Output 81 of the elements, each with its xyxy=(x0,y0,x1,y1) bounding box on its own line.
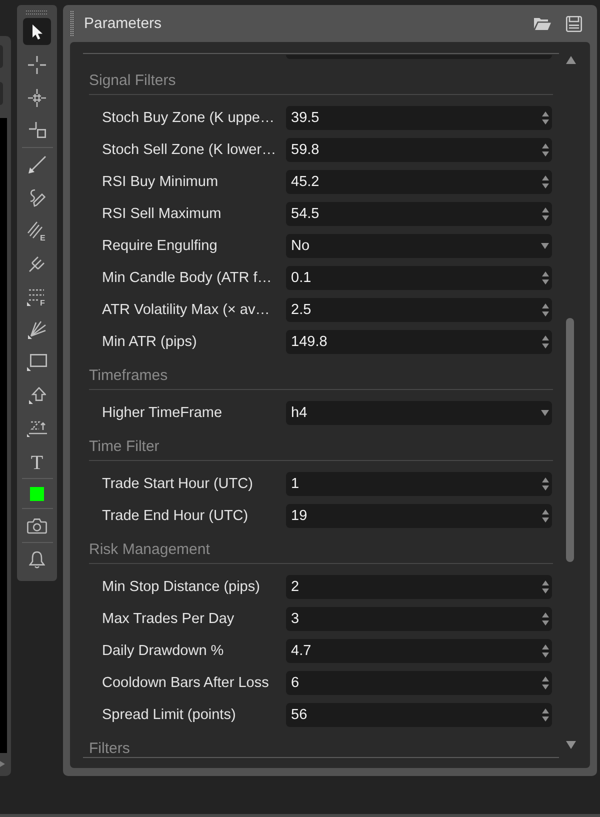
spin-arrows-icon[interactable] xyxy=(542,676,549,690)
caret-icon xyxy=(541,243,549,249)
number-field[interactable]: 19 xyxy=(286,504,552,528)
section-heading: Filters xyxy=(89,740,130,757)
param-label: Stoch Sell Zone (K lower… xyxy=(102,142,278,158)
section-heading: Timeframes xyxy=(89,367,168,384)
up-arrow-icon xyxy=(28,387,46,404)
param-label: RSI Buy Minimum xyxy=(102,174,220,190)
crosshair-icon xyxy=(28,56,46,74)
number-field[interactable]: 39.5 xyxy=(286,106,552,130)
tool-button[interactable]: E xyxy=(23,217,51,244)
tool-button[interactable]: F xyxy=(23,283,51,310)
spin-arrows-icon[interactable] xyxy=(542,207,549,221)
caret-icon xyxy=(541,410,549,416)
param-label: Cooldown Bars After Loss xyxy=(102,675,270,691)
spin-arrows-icon[interactable] xyxy=(542,111,549,125)
scrollbar-thumb[interactable] xyxy=(566,318,574,562)
pitchfork-icon xyxy=(28,255,46,272)
number-field[interactable]: 3 xyxy=(286,607,552,631)
section-heading: Risk Management xyxy=(89,541,210,558)
section-heading: Signal Filters xyxy=(89,72,176,89)
param-label: Trade Start Hour (UTC) xyxy=(102,476,254,492)
param-label: RSI Sell Maximum xyxy=(102,206,222,222)
number-field[interactable]: 45.2 xyxy=(286,170,552,194)
param-label: Daily Drawdown % xyxy=(102,643,225,659)
triangle-icon[interactable] xyxy=(0,761,5,767)
number-field[interactable]: 1 xyxy=(286,472,552,496)
scroll-down-icon[interactable] xyxy=(566,741,576,749)
param-label: Min Candle Body (ATR f… xyxy=(102,270,273,286)
tool-button[interactable] xyxy=(23,18,51,45)
number-field[interactable]: 54.5 xyxy=(286,202,552,226)
rectangle-icon xyxy=(27,354,47,371)
tool-button[interactable]: T xyxy=(23,448,51,475)
number-field[interactable]: 4.7 xyxy=(286,639,552,663)
line-icon xyxy=(28,156,46,174)
pen-icon xyxy=(28,188,46,206)
spin-arrows-icon[interactable] xyxy=(542,271,549,285)
bell-icon xyxy=(29,550,45,568)
dropdown-field[interactable]: No xyxy=(286,234,552,258)
input-field[interactable] xyxy=(286,55,552,59)
param-label: ATR Volatility Max (× av… xyxy=(102,302,271,318)
open-folder-icon[interactable] xyxy=(534,17,551,30)
spin-arrows-icon[interactable] xyxy=(542,708,549,722)
number-field[interactable]: 59.8 xyxy=(286,138,552,162)
param-label: Higher TimeFrame xyxy=(102,405,224,421)
save-icon[interactable] xyxy=(566,16,582,32)
spin-arrows-icon[interactable] xyxy=(542,175,549,189)
drag-handle-icon[interactable] xyxy=(70,11,74,36)
param-label: Min ATR (pips) xyxy=(102,334,198,350)
drag-handle-icon[interactable] xyxy=(26,10,48,15)
number-field[interactable]: 149.8 xyxy=(286,330,552,354)
param-label: Stoch Buy Zone (K uppe… xyxy=(102,110,276,126)
panel-title: Parameters xyxy=(84,15,162,32)
spin-arrows-icon[interactable] xyxy=(542,335,549,349)
number-field[interactable]: 0.1 xyxy=(286,266,552,290)
param-label: Min Stop Distance (pips) xyxy=(102,579,261,595)
number-field[interactable]: 56 xyxy=(286,703,552,727)
cursor-arrow-icon xyxy=(32,24,42,40)
spin-arrows-icon[interactable] xyxy=(542,612,549,626)
spin-arrows-icon[interactable] xyxy=(542,143,549,157)
param-label: Require Engulfing xyxy=(102,238,218,254)
section-heading: Time Filter xyxy=(89,438,160,455)
spin-arrows-icon[interactable] xyxy=(542,644,549,658)
number-field[interactable]: 2.5 xyxy=(286,298,552,322)
spin-arrows-icon[interactable] xyxy=(542,303,549,317)
zigzag-arrow-icon xyxy=(27,420,47,437)
scroll-up-icon[interactable] xyxy=(566,56,576,64)
dropdown-field[interactable]: h4 xyxy=(286,401,552,425)
double-crosshair-icon xyxy=(28,88,46,106)
fan-lines-icon xyxy=(28,320,46,338)
number-field[interactable]: 2 xyxy=(286,575,552,599)
camera-icon xyxy=(27,518,47,534)
spin-arrows-icon[interactable] xyxy=(542,509,549,523)
param-label: Max Trades Per Day xyxy=(102,611,236,627)
number-field[interactable]: 6 xyxy=(286,671,552,695)
crosshair-square-icon xyxy=(28,122,46,139)
param-label: Spread Limit (points) xyxy=(102,707,237,723)
spin-arrows-icon[interactable] xyxy=(542,580,549,594)
text-tool-icon: T xyxy=(30,454,44,470)
spin-arrows-icon[interactable] xyxy=(542,477,549,491)
param-label: Trade End Hour (UTC) xyxy=(102,508,250,524)
